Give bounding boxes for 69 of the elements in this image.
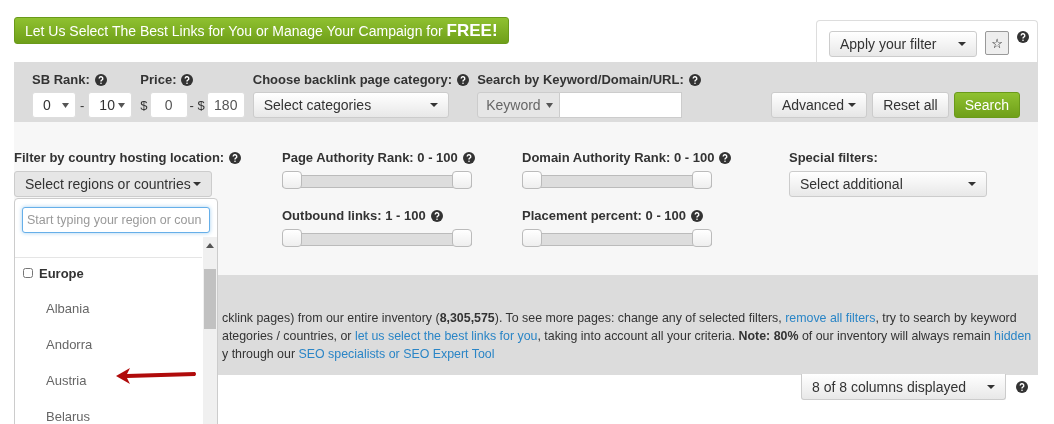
- slider-handle[interactable]: [282, 229, 302, 247]
- filter-label: Special filters:: [789, 150, 879, 165]
- country-option[interactable]: Belarus: [46, 409, 91, 424]
- caret-icon: [968, 182, 976, 186]
- country-option[interactable]: Austria: [46, 373, 87, 391]
- dropdown-button[interactable]: Advanced: [770, 92, 868, 118]
- slider-handle[interactable]: [692, 229, 712, 247]
- info-text: ategories / countries, or let us select the best links for you, taking into account all your criteria. Note: 80% of our inventory will always remain hidden: [222, 328, 1033, 345]
- arrow-icon: [116, 368, 196, 384]
- help-icon[interactable]: [1016, 381, 1028, 393]
- info-text: cklink pages) from our entire inventory (8,305,575). To see more pages: change any of selected filters, remove all filters, try to search by keyword: [222, 310, 1018, 327]
- scrollbar[interactable]: [203, 237, 217, 424]
- help-icon[interactable]: [229, 151, 242, 164]
- slider-handle[interactable]: [692, 171, 712, 189]
- country-select[interactable]: Select regions or countries: [14, 171, 212, 197]
- slider-handle[interactable]: [452, 171, 472, 189]
- range-separator: -: [80, 97, 85, 113]
- slider-label: Page Authority Rank: 0 - 100: [282, 150, 458, 165]
- caret-icon: [545, 102, 553, 108]
- help-icon[interactable]: [430, 209, 443, 222]
- help-icon[interactable]: [457, 73, 470, 86]
- slider-handle[interactable]: [282, 171, 302, 189]
- category-select[interactable]: Select categories: [252, 92, 449, 118]
- price-input[interactable]: 180: [206, 92, 245, 118]
- caret-icon: [193, 182, 201, 186]
- search-field[interactable]: Start typing your region or coun: [22, 207, 210, 233]
- caret-icon: [987, 384, 995, 389]
- filter-select[interactable]: Apply your filter: [829, 31, 977, 57]
- currency-sign: $: [140, 97, 148, 113]
- field-label: Search by Keyword/Domain/URL:: [477, 72, 684, 87]
- scroll-up-icon[interactable]: [206, 243, 214, 248]
- help-icon[interactable]: [688, 73, 701, 86]
- rank-select[interactable]: 10: [88, 92, 133, 118]
- caret-icon: [62, 102, 69, 108]
- group-label[interactable]: Europe: [39, 265, 84, 281]
- range-separator: - $: [189, 97, 205, 113]
- mode-select[interactable]: Keyword: [477, 92, 560, 118]
- help-icon[interactable]: [181, 73, 194, 86]
- help-icon[interactable]: [691, 209, 704, 222]
- caret-icon: [429, 103, 438, 107]
- caret-icon: [848, 103, 857, 107]
- rank-select[interactable]: 0: [32, 92, 76, 118]
- help-icon[interactable]: [94, 73, 107, 86]
- price-input[interactable]: 0: [149, 92, 188, 118]
- filter-label: Filter by country hosting location:: [14, 150, 225, 165]
- country-option[interactable]: Andorra: [46, 337, 93, 355]
- field-label: Choose backlink page category:: [252, 72, 453, 87]
- field-label: SB Rank:: [32, 72, 90, 87]
- field-label: Price:: [140, 72, 177, 87]
- slider-handle[interactable]: [452, 229, 472, 247]
- scrollbar-thumb[interactable]: [204, 269, 216, 329]
- caret-icon: [958, 42, 966, 46]
- info-text: y through our SEO specialists or SEO Expert Tool: [222, 346, 496, 363]
- special-select[interactable]: Select additional: [789, 171, 987, 197]
- slider-label: Outbound links: 1 - 100: [282, 208, 426, 223]
- caret-icon: [118, 102, 126, 108]
- slider-handle[interactable]: [522, 229, 542, 247]
- checkbox[interactable]: [23, 268, 33, 278]
- search-input[interactable]: [559, 92, 682, 118]
- country-option[interactable]: Albania: [46, 301, 90, 319]
- reset-button[interactable]: Reset all: [872, 92, 949, 118]
- slider-label: Placement percent: 0 - 100: [522, 208, 687, 223]
- help-icon[interactable]: [462, 151, 475, 164]
- slider-handle[interactable]: [522, 171, 542, 189]
- help-icon[interactable]: [719, 151, 732, 164]
- slider-label: Domain Authority Rank: 0 - 100: [522, 150, 715, 165]
- columns-select[interactable]: 8 of 8 columns displayed: [801, 374, 1006, 400]
- star-button[interactable]: ☆: [985, 31, 1009, 55]
- help-icon[interactable]: [1017, 31, 1029, 43]
